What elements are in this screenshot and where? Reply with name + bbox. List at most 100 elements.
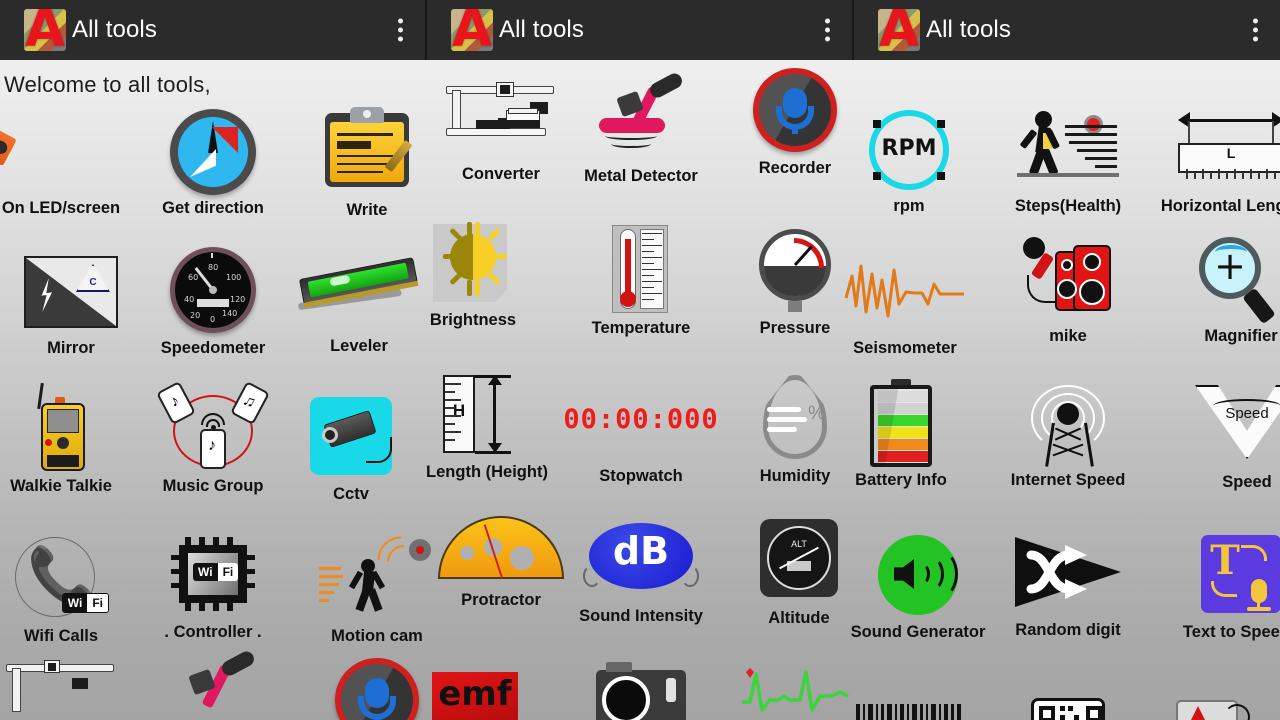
tool-label: Altitude bbox=[768, 609, 830, 627]
tool-label: Music Group bbox=[162, 477, 264, 495]
tool-partial-metal-detector[interactable] bbox=[130, 648, 296, 720]
tool-label: Wifi Calls bbox=[23, 627, 99, 645]
app-title-3: All tools bbox=[926, 16, 1011, 43]
walking-steps-icon bbox=[985, 103, 1151, 195]
tool-partial-qr[interactable] bbox=[985, 676, 1151, 720]
tool-speed[interactable]: Speed Speed bbox=[1164, 376, 1280, 492]
overflow-menu-icon-1[interactable] bbox=[398, 18, 403, 42]
tool-label: Battery Info bbox=[855, 471, 947, 489]
ruler-letter: L bbox=[1226, 145, 1236, 161]
tool-walkie-talkie[interactable]: Walkie Talkie bbox=[0, 376, 144, 496]
tool-label: Magnifier bbox=[1204, 327, 1278, 345]
tool-random-digit[interactable]: Random digit bbox=[985, 520, 1151, 640]
seismograph-svg bbox=[844, 264, 964, 318]
tool-partial-camera[interactable] bbox=[558, 662, 724, 720]
tool-label: Pressure bbox=[759, 319, 831, 337]
tool-temperature[interactable]: Temperature bbox=[558, 220, 724, 338]
signal-tower-icon bbox=[985, 377, 1151, 469]
emf-icon: emf bbox=[392, 666, 558, 720]
camera-icon bbox=[558, 662, 724, 720]
tool-label: Text to Speech bbox=[1182, 623, 1280, 641]
sun-brightness-icon bbox=[390, 218, 556, 309]
tool-label: Speedometer bbox=[160, 339, 266, 357]
tool-brightness[interactable]: Brightness bbox=[390, 218, 556, 330]
walkie-talkie-icon bbox=[0, 382, 144, 475]
tool-internet-speed[interactable]: Internet Speed bbox=[985, 376, 1151, 490]
topbar-group: A All tools A All tools A All tools bbox=[0, 0, 1280, 60]
db-text: dB bbox=[612, 529, 670, 573]
tool-partial-emf[interactable]: emf bbox=[392, 666, 558, 720]
tool-wifi-calls[interactable]: 📞 Wi Fi Wifi Calls bbox=[0, 520, 144, 646]
topbar-panel-3: A All tools bbox=[854, 0, 1280, 60]
app-logo-icon: A bbox=[24, 9, 66, 51]
tool-speedometer[interactable]: 40 60 80 100 120 140 20 0 Speedometer bbox=[130, 238, 296, 358]
app-title-2: All tools bbox=[499, 16, 584, 43]
tool-seismometer[interactable]: Seismometer bbox=[822, 246, 988, 358]
tool-text-to-speech[interactable]: T Text to Speech bbox=[1158, 520, 1280, 642]
tool-get-direction[interactable]: Get direction bbox=[130, 94, 296, 218]
shuffle-svg bbox=[1026, 545, 1087, 599]
tool-label: Length (Height) bbox=[426, 463, 548, 481]
tool-label: mike bbox=[1049, 327, 1087, 345]
speed-text: Speed bbox=[1225, 405, 1269, 422]
tool-length-height[interactable]: H Length (Height) bbox=[404, 366, 570, 482]
wifi-chip-icon: Wi Fi bbox=[130, 529, 296, 621]
welcome-heading: Welcome to all tools, bbox=[4, 72, 211, 97]
tool-label: Internet Speed bbox=[1010, 471, 1126, 489]
tool-mike[interactable]: mike bbox=[985, 226, 1151, 346]
logo-letter-3: A bbox=[878, 9, 920, 51]
tool-sound-intensity[interactable]: dB Sound Intensity bbox=[558, 510, 724, 626]
tts-letter: T bbox=[1210, 537, 1240, 584]
text-to-speech-icon: T bbox=[1158, 529, 1280, 621]
seismograph-wave-icon bbox=[822, 246, 988, 337]
tool-label: Get direction bbox=[162, 199, 264, 217]
tool-stopwatch[interactable]: 00:00:000 Stopwatch bbox=[558, 376, 724, 486]
tool-metal-detector[interactable]: Metal Detector bbox=[558, 70, 724, 186]
qr-code-icon bbox=[985, 676, 1151, 720]
tool-battery-info[interactable]: Battery Info bbox=[818, 368, 984, 490]
stopwatch-digits-icon: 00:00:000 bbox=[558, 376, 724, 465]
tool-label: Mirror bbox=[47, 339, 95, 357]
rpm-gauge-icon: RPM bbox=[826, 106, 992, 195]
topbar-panel-1: A All tools bbox=[0, 0, 427, 60]
tool-rpm[interactable]: RPM rpm bbox=[826, 106, 992, 216]
tool-on-led-screen[interactable]: On LED/screen bbox=[0, 98, 144, 218]
tool-label: Motion cam bbox=[331, 627, 423, 645]
thermometer-icon bbox=[558, 225, 724, 317]
tool-label: Sound Generator bbox=[850, 623, 986, 641]
shuffle-arrows-icon bbox=[985, 527, 1151, 619]
metal-detector-icon bbox=[558, 70, 724, 165]
tool-label: rpm bbox=[893, 197, 925, 215]
tool-steps-health[interactable]: Steps(Health) bbox=[985, 92, 1151, 216]
tool-magnifier[interactable]: + Magnifier bbox=[1158, 226, 1280, 346]
tool-label: Steps(Health) bbox=[1014, 197, 1122, 215]
logo-letter-2: A bbox=[451, 9, 493, 51]
emf-text: emf bbox=[438, 674, 512, 714]
play-video-icon bbox=[1150, 678, 1280, 720]
tool-partial-play[interactable] bbox=[1150, 678, 1280, 720]
tool-label: Stopwatch bbox=[599, 467, 683, 485]
tool-partial-barcode[interactable] bbox=[826, 678, 992, 720]
tool-label: Random digit bbox=[1015, 621, 1121, 639]
barcode-icon bbox=[826, 678, 992, 720]
tool-label: Walkie Talkie bbox=[10, 477, 112, 495]
tool-controller[interactable]: Wi Fi . Controller . bbox=[130, 520, 296, 642]
tool-horizontal-length[interactable]: L Horizontal Length bbox=[1148, 92, 1280, 216]
horizontal-ruler-icon: L bbox=[1148, 103, 1280, 195]
topbar-panel-2: A All tools bbox=[427, 0, 854, 60]
speed-v-icon: Speed bbox=[1164, 379, 1280, 471]
speedometer-icon: 40 60 80 100 120 140 20 0 bbox=[130, 245, 296, 337]
tool-label: Cctv bbox=[333, 485, 369, 503]
battery-levels-icon bbox=[818, 377, 984, 469]
tool-label: Seismometer bbox=[853, 339, 957, 357]
tool-sound-generator[interactable]: Sound Generator bbox=[835, 518, 1001, 642]
mic-speakers-icon bbox=[985, 233, 1151, 325]
tool-partial-converter[interactable] bbox=[0, 658, 144, 720]
overflow-menu-icon-2[interactable] bbox=[825, 18, 830, 42]
alt-text: ALT bbox=[791, 539, 807, 549]
tool-label: On LED/screen bbox=[1, 199, 121, 217]
magnifier-plus-icon: + bbox=[1158, 233, 1280, 325]
overflow-menu-icon-3[interactable] bbox=[1253, 18, 1258, 42]
tool-label: Converter bbox=[462, 165, 540, 183]
decibel-icon: dB bbox=[558, 513, 724, 605]
